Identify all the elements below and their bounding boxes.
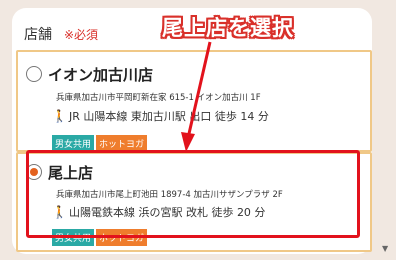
annotation-callout: 尾上店を選択 — [162, 16, 294, 40]
